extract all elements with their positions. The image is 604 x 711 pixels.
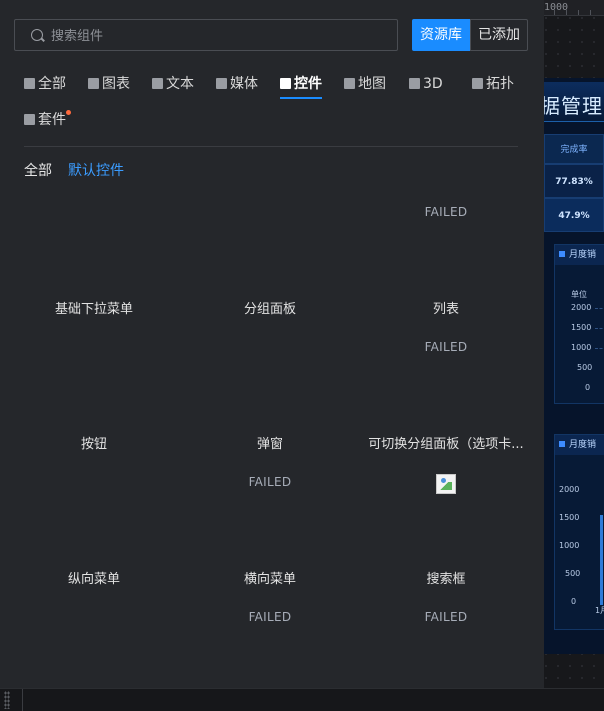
component-name: 基础下拉菜单 [54, 302, 133, 317]
x-tick-label: 1月 [595, 606, 604, 615]
tab-kit[interactable]: 套件 [24, 106, 71, 134]
table-value-cell: 47.9% [544, 198, 604, 232]
component-button[interactable]: 按钮 [9, 333, 179, 453]
component-horizontal-menu[interactable]: FAILED 横向菜单 [185, 468, 355, 588]
tab-map[interactable]: 地图 [344, 70, 386, 98]
component-switchable-group-panel[interactable]: FAILED 可切换分组面板（选项卡... [361, 333, 531, 453]
component-popup[interactable]: 弹窗 [185, 333, 355, 453]
y-tick-label: 1500 [571, 323, 592, 332]
component-name: 可切换分组面板（选项卡... [368, 437, 524, 452]
tab-3d[interactable]: 3D [409, 70, 443, 98]
search-icon [31, 29, 43, 41]
component-name: 按钮 [80, 437, 107, 452]
text-icon [152, 78, 163, 89]
y-tick-label: 0 [585, 383, 591, 392]
component-thumbnail: FAILED [361, 333, 531, 423]
bar-mark [600, 515, 603, 605]
panel-title: 月度销 [569, 440, 597, 450]
component-unnamed-1[interactable]: FAILED [185, 603, 355, 683]
y-tick-label: 500 [565, 569, 581, 578]
y-tick-label: 1000 [559, 541, 580, 550]
component-name: 弹窗 [256, 437, 283, 452]
component-thumbnail [9, 468, 179, 558]
filter-default-widgets[interactable]: 默认控件 [68, 160, 124, 182]
component-vertical-menu[interactable]: 纵向菜单 [9, 468, 179, 588]
cube-icon [409, 78, 420, 89]
chart-panel-monthly-sales-2: 月度销 2000 1500 1000 500 0 1月 [554, 434, 604, 630]
y-tick-label: 1500 [559, 513, 580, 522]
y-tick-label: 2000 [571, 303, 592, 312]
thumbnail-failed-text: FAILED [424, 340, 468, 354]
grid-icon [24, 78, 35, 89]
component-name: 列表 [432, 302, 459, 317]
ruler-label: 1000 [544, 2, 569, 13]
y-tick-label: 1000 [571, 343, 592, 352]
y-tick-label: 0 [571, 597, 577, 606]
component-name: 纵向菜单 [67, 572, 120, 587]
chart-panel-monthly-sales: 月度销 单位 2000 1500 1000 500 0 [554, 244, 604, 404]
tab-media[interactable]: 媒体 [216, 70, 258, 98]
thumbnail-failed-text: FAILED [424, 610, 468, 624]
component-thumbnail: FAILED [361, 198, 531, 288]
tab-text[interactable]: 文本 [152, 70, 194, 98]
added-button[interactable]: 已添加 [470, 19, 528, 51]
component-thumbnail: FAILED [185, 603, 355, 693]
component-library-panel: 资源库 已添加 全部 图表 文本 媒体 控件 地图 3D 拓扑 套件 [0, 0, 544, 688]
thumbnail-failed-text: FAILED [248, 610, 292, 624]
tab-all[interactable]: 全部 [24, 70, 66, 98]
thumbnail-failed-text: FAILED [248, 475, 292, 489]
component-name: 横向菜单 [243, 572, 296, 587]
divider [24, 146, 518, 147]
component-unnamed-2[interactable]: FAILED [361, 603, 531, 683]
component-thumbnail [9, 198, 179, 288]
component-list[interactable]: FAILED 列表 [361, 198, 531, 318]
component-thumbnail: FAILED [361, 603, 531, 693]
dashboard-preview[interactable]: 据管理系 完成率 77.83% 47.9% 月度销 单位 2000 1500 1… [544, 78, 604, 654]
dashboard-title: 据管理系 [544, 82, 604, 122]
component-name: 搜索框 [426, 572, 466, 587]
component-group-panel[interactable]: 分组面板 [185, 198, 355, 318]
resource-library-button[interactable]: 资源库 [412, 19, 470, 51]
topology-icon [472, 78, 483, 89]
component-name: 分组面板 [243, 302, 296, 317]
filter-all[interactable]: 全部 [24, 160, 52, 182]
component-thumbnail: FAILED [185, 468, 355, 558]
tab-chart[interactable]: 图表 [88, 70, 130, 98]
component-thumbnail [185, 198, 355, 288]
thumbnail-failed-text: FAILED [424, 205, 468, 219]
new-badge [66, 110, 71, 115]
y-tick-label: 500 [577, 363, 593, 372]
map-icon [344, 78, 355, 89]
component-thumbnail [185, 333, 355, 423]
search-input[interactable] [51, 26, 381, 46]
panel-title: 月度销 [569, 250, 597, 260]
y-tick-label: 2000 [559, 485, 580, 494]
tab-topology[interactable]: 拓扑 [472, 70, 514, 98]
bar-chart-icon [88, 78, 99, 89]
search-box[interactable] [14, 19, 398, 51]
table-value-cell: 77.83% [544, 164, 604, 198]
top-ruler: 1000 [544, 0, 604, 16]
media-icon [216, 78, 227, 89]
tab-widgets[interactable]: 控件 [280, 70, 322, 99]
axis-unit-label: 单位 [571, 290, 587, 299]
component-dropdown[interactable]: 基础下拉菜单 [9, 198, 179, 318]
kit-icon [24, 114, 35, 125]
widget-icon [280, 78, 291, 89]
table-header-cell: 完成率 [544, 134, 604, 164]
broken-image-icon [436, 474, 456, 494]
component-thumbnail [9, 333, 179, 423]
